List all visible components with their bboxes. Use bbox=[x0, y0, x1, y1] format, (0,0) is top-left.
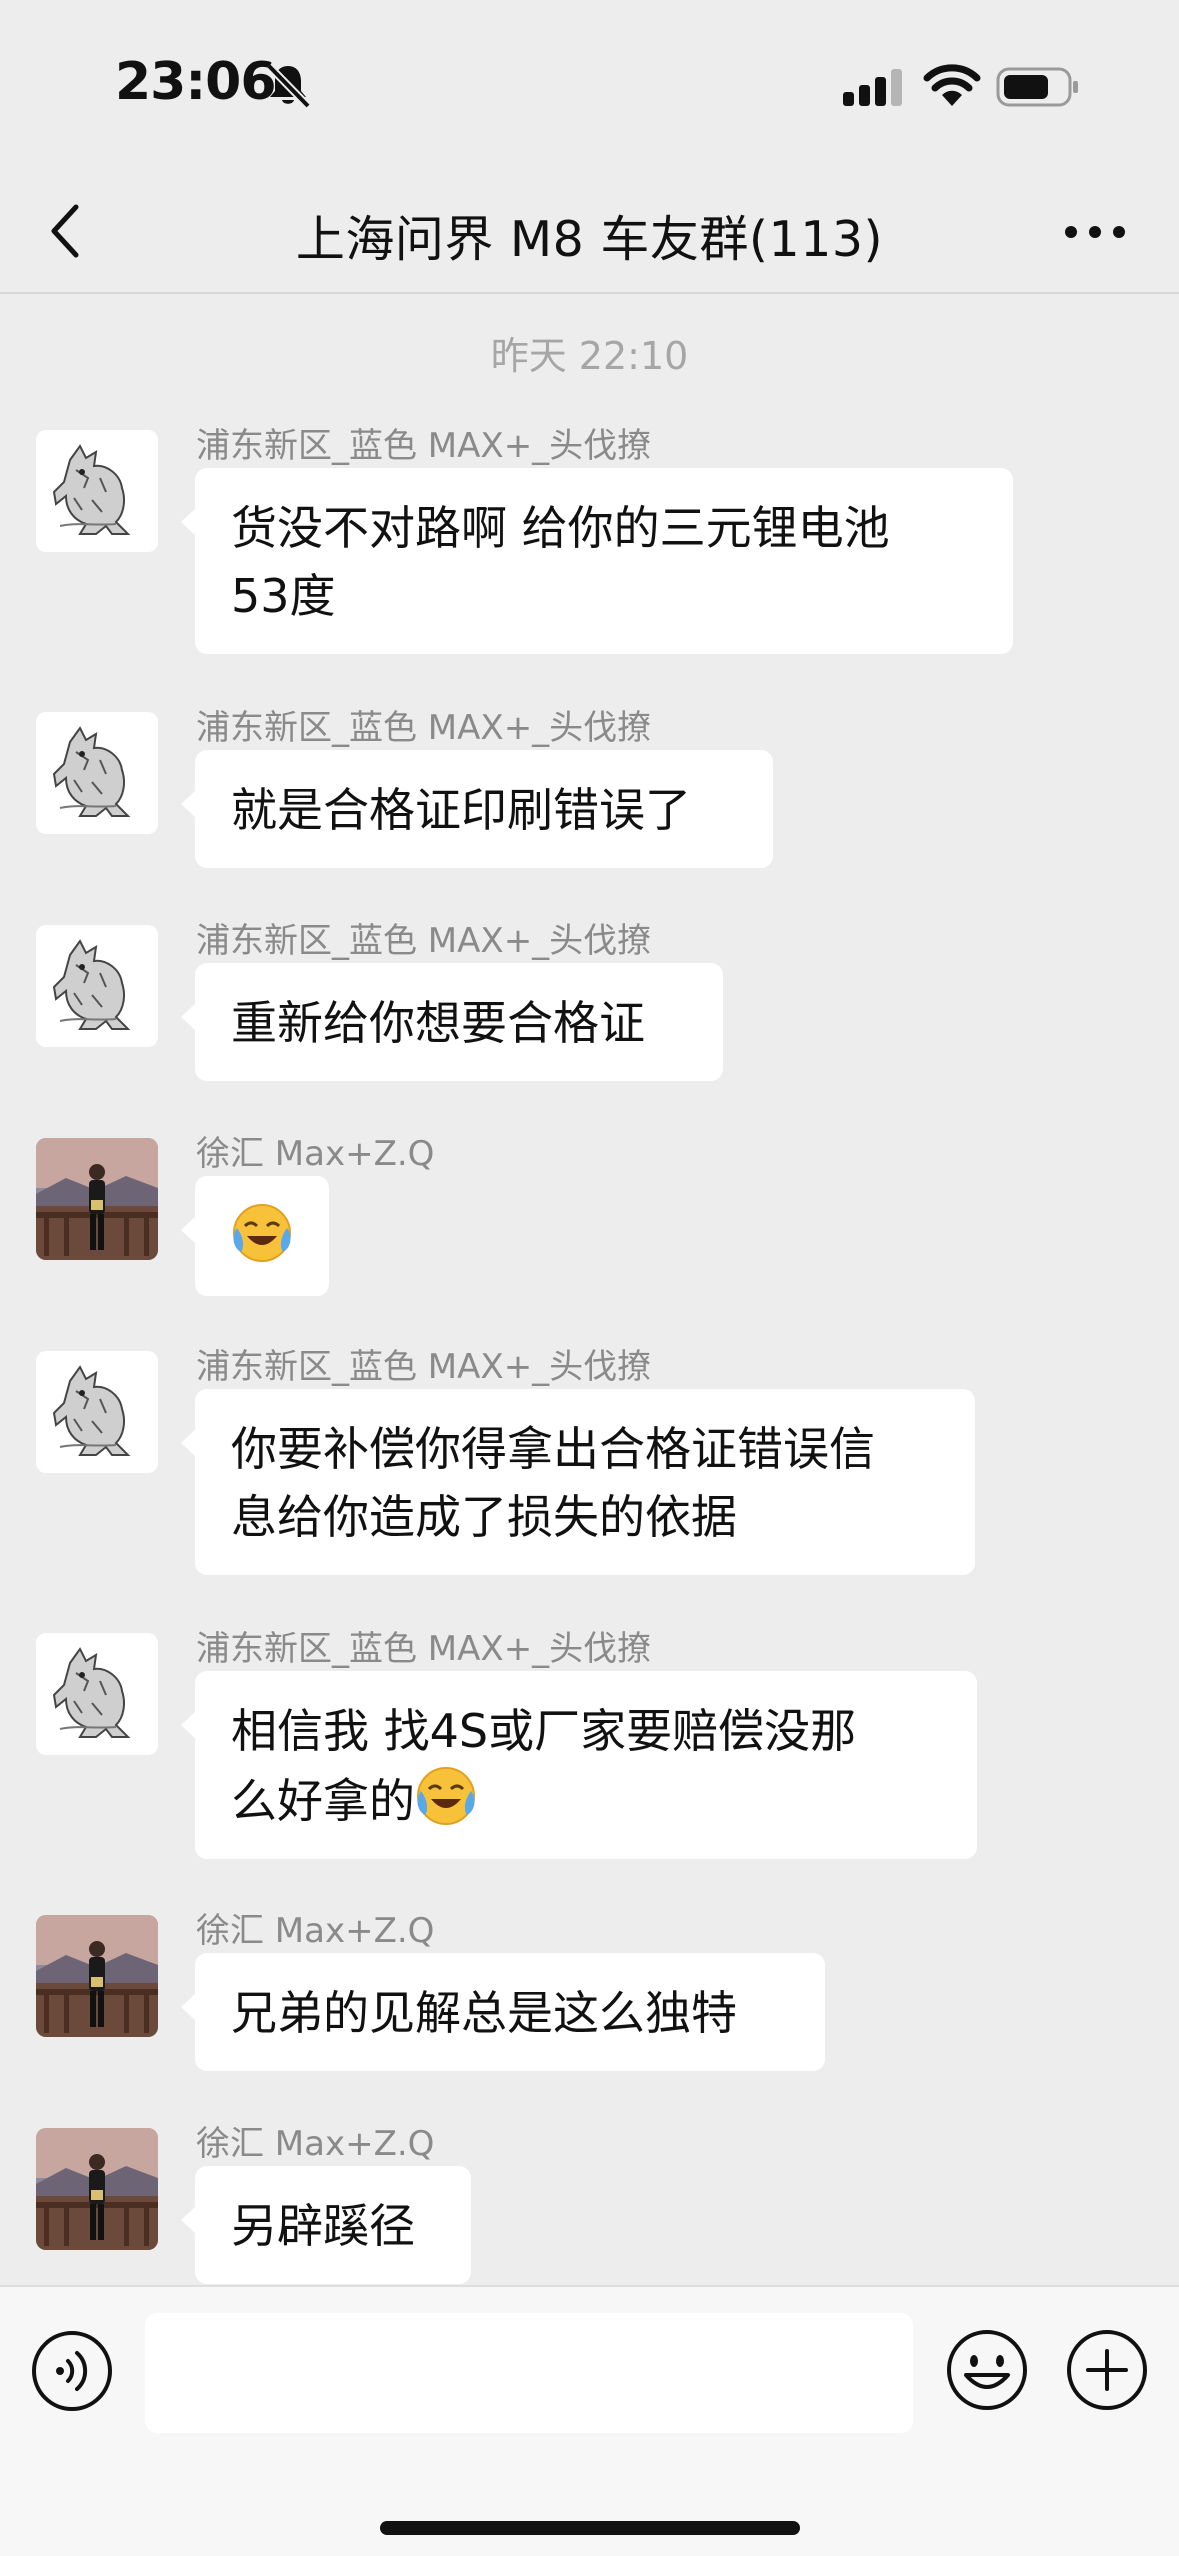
avatar[interactable] bbox=[36, 2128, 158, 2250]
message-bubble[interactable]: 兄弟的见解总是这么独特 bbox=[181, 1953, 825, 2071]
voice-input-icon[interactable] bbox=[30, 2329, 114, 2413]
message-bubble[interactable]: 就是合格证印刷错误了 bbox=[181, 750, 773, 868]
emoji-icon[interactable] bbox=[944, 2327, 1030, 2413]
sender-name: 浦东新区_蓝色 MAX+_头伐撩 bbox=[196, 1347, 652, 1387]
sender-name: 浦东新区_蓝色 MAX+_头伐撩 bbox=[196, 426, 652, 466]
plus-icon[interactable] bbox=[1064, 2327, 1150, 2413]
message-text-line: 么好拿的 bbox=[231, 1774, 415, 1828]
nav-bar: 上海问界 M8 车友群(113) bbox=[0, 170, 1179, 294]
avatar[interactable] bbox=[36, 925, 158, 1047]
message-bubble[interactable]: 重新给你想要合格证 bbox=[181, 963, 723, 1081]
more-options-icon[interactable] bbox=[1060, 212, 1130, 252]
message-text-line: 另辟蹊径 bbox=[231, 2199, 415, 2253]
message-bubble[interactable]: 相信我 找4S或厂家要赔偿没那 么好拿的 bbox=[181, 1671, 977, 1859]
avatar[interactable] bbox=[36, 1351, 158, 1473]
message-bubble[interactable]: 另辟蹊径 bbox=[181, 2166, 471, 2284]
crying-laughing-emoji-icon bbox=[232, 1203, 292, 1263]
chat-timestamp: 昨天 22:10 bbox=[490, 334, 689, 378]
battery-icon bbox=[996, 67, 1078, 107]
message-bubble[interactable] bbox=[181, 1176, 329, 1296]
message-text-line: 货没不对路啊 给你的三元锂电池 bbox=[231, 501, 890, 555]
message-text-line: 息给你造成了损失的依据 bbox=[231, 1490, 737, 1544]
avatar[interactable] bbox=[36, 1633, 158, 1755]
message-input[interactable] bbox=[145, 2313, 913, 2433]
message-text-line: 重新给你想要合格证 bbox=[231, 996, 645, 1050]
chat-title: 上海问界 M8 车友群(113) bbox=[295, 211, 884, 268]
status-bar: 23:06 bbox=[0, 0, 1179, 170]
cellular-signal-icon bbox=[843, 69, 902, 106]
message-text-line: 就是合格证印刷错误了 bbox=[231, 783, 691, 837]
message-text-line: 53度 bbox=[231, 569, 336, 623]
status-time: 23:06 bbox=[115, 52, 277, 112]
avatar[interactable] bbox=[36, 712, 158, 834]
avatar[interactable] bbox=[36, 1915, 158, 2037]
sender-name: 徐汇 Max+Z.Q bbox=[196, 1134, 435, 1174]
wifi-icon bbox=[923, 64, 981, 106]
sender-name: 徐汇 Max+Z.Q bbox=[196, 2124, 435, 2164]
message-text-line: 相信我 找4S或厂家要赔偿没那 bbox=[231, 1704, 857, 1758]
message-bubble[interactable]: 你要补偿你得拿出合格证错误信 息给你造成了损失的依据 bbox=[181, 1389, 975, 1575]
bell-muted-icon bbox=[266, 63, 311, 109]
home-indicator[interactable] bbox=[380, 2521, 800, 2535]
message-bubble[interactable]: 货没不对路啊 给你的三元锂电池 53度 bbox=[181, 468, 1013, 654]
message-text-line: 兄弟的见解总是这么独特 bbox=[231, 1986, 737, 2040]
sender-name: 徐汇 Max+Z.Q bbox=[196, 1911, 435, 1951]
avatar[interactable] bbox=[36, 430, 158, 552]
sender-name: 浦东新区_蓝色 MAX+_头伐撩 bbox=[196, 708, 652, 748]
message-text-line: 你要补偿你得拿出合格证错误信 bbox=[231, 1422, 875, 1476]
input-bar bbox=[0, 2285, 1179, 2556]
sender-name: 浦东新区_蓝色 MAX+_头伐撩 bbox=[196, 921, 652, 961]
avatar[interactable] bbox=[36, 1138, 158, 1260]
crying-laughing-emoji-icon bbox=[416, 1766, 476, 1826]
message-text-line-wrapper: 么好拿的 bbox=[231, 1765, 941, 1835]
sender-name: 浦东新区_蓝色 MAX+_头伐撩 bbox=[196, 1629, 652, 1669]
